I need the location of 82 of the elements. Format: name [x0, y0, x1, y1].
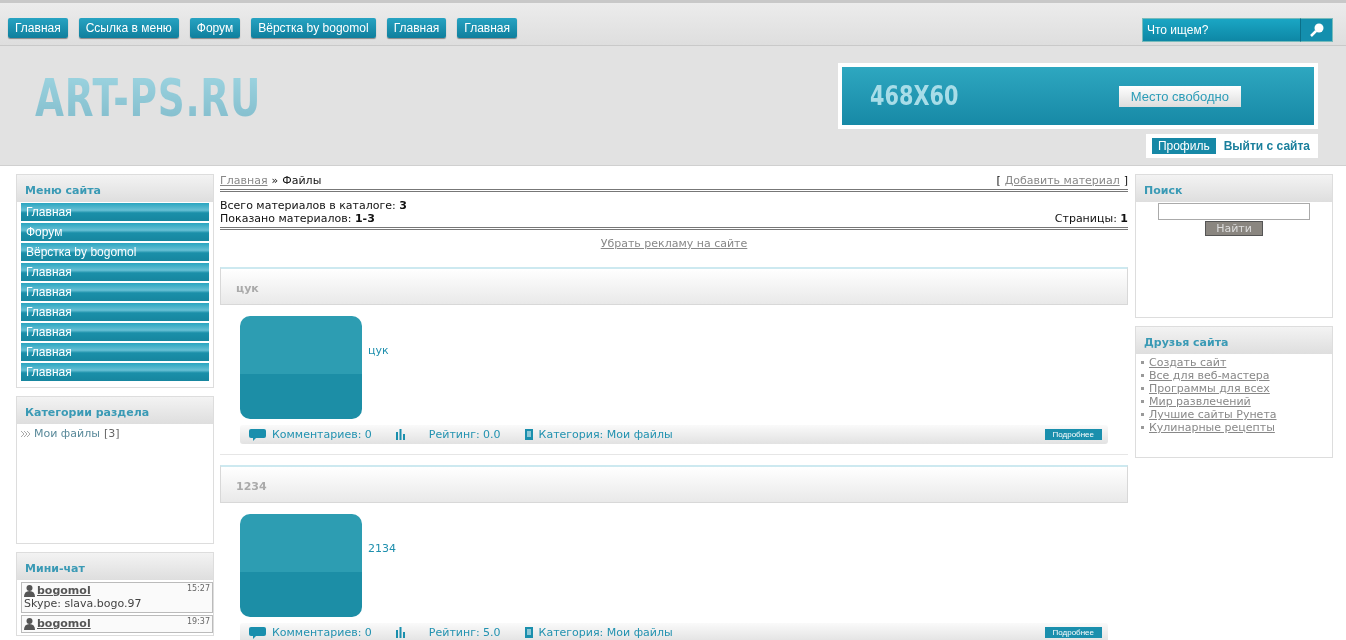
add-material-link[interactable]: Добавить материал [1004, 174, 1120, 187]
user-icon [24, 617, 35, 630]
chat-text: Skype: slava.bogo.97 [24, 597, 143, 610]
bullet-icon [1141, 413, 1144, 416]
pages-count: Страницы: 1 [1054, 212, 1128, 225]
chat-time: 19:37 [186, 617, 210, 626]
nav-button[interactable]: Главная [8, 18, 68, 38]
shown-count: Показано материалов: 1-3 [220, 212, 376, 225]
find-button[interactable]: Найти [1205, 221, 1263, 236]
post-category[interactable]: Категория: Мои файлы [538, 626, 673, 639]
bar-chart-icon [395, 627, 405, 638]
panel-title: Поиск [1136, 175, 1332, 202]
search-field[interactable]: Что ищем? [1142, 18, 1300, 42]
nav-button[interactable]: Форум [189, 18, 241, 38]
document-icon [524, 627, 533, 638]
comments-count[interactable]: Комментариев: 0 [272, 626, 372, 639]
friend-link[interactable]: Программы для всех [1149, 382, 1270, 395]
rating: Рейтинг: 0.0 [428, 428, 501, 441]
breadcrumb-current: Файлы [282, 174, 322, 187]
nav-button[interactable]: Главная [457, 18, 517, 38]
post-description[interactable]: 2134 [368, 542, 396, 555]
bullet-icon [1141, 361, 1144, 364]
menu-item[interactable]: Главная [21, 263, 209, 281]
search-button[interactable] [1300, 18, 1333, 42]
total-count: Всего материалов в каталоге: 3 [220, 199, 407, 212]
banner[interactable]: 468X60 Место свободно [838, 63, 1318, 129]
post-category[interactable]: Категория: Мои файлы [538, 428, 673, 441]
bar-chart-icon [395, 429, 405, 440]
friend-link[interactable]: Мир развлечений [1149, 395, 1251, 408]
thumbnail-image[interactable] [240, 514, 362, 617]
more-button[interactable]: Подробнее [1044, 429, 1102, 440]
chat-time: 15:27 [186, 584, 210, 593]
bullet-icon [1141, 387, 1144, 390]
menu-item[interactable]: Главная [21, 343, 209, 361]
breadcrumb-separator: » [271, 174, 279, 187]
rating: Рейтинг: 5.0 [428, 626, 501, 639]
friend-link[interactable]: Все для веб-мастера [1149, 369, 1270, 382]
friend-link[interactable]: Лучшие сайты Рунета [1149, 408, 1277, 421]
comment-icon [249, 428, 266, 441]
breadcrumb-link[interactable]: Главная [220, 174, 268, 187]
more-button[interactable]: Подробнее [1044, 627, 1102, 638]
comments-count[interactable]: Комментариев: 0 [272, 428, 372, 441]
bullet-icon [1141, 374, 1144, 377]
logout-link[interactable]: Выйти с сайта [1223, 139, 1310, 153]
menu-item[interactable]: Главная [21, 303, 209, 321]
nav-button[interactable]: Вёрстка by bogomol [251, 18, 376, 38]
bullet-icon [1141, 426, 1144, 429]
menu-item[interactable]: Главная [21, 203, 209, 221]
banner-button[interactable]: Место свободно [1118, 85, 1241, 107]
panel-title: Друзья сайта [1136, 327, 1332, 354]
search-input[interactable] [1158, 203, 1310, 220]
post-description[interactable]: цук [368, 344, 389, 357]
friend-link[interactable]: Кулинарные рецепты [1149, 421, 1275, 434]
panel-title: Мини-чат [17, 553, 213, 580]
comment-icon [249, 626, 266, 639]
panel-title: Меню сайта [17, 175, 213, 202]
menu-item[interactable]: Главная [21, 283, 209, 301]
user-icon [24, 584, 35, 597]
menu-item[interactable]: Вёрстка by bogomol [21, 243, 209, 261]
nav-button[interactable]: Главная [386, 18, 447, 38]
category-link[interactable]: Мои файлы [34, 427, 100, 440]
banner-size: 468X60 [870, 81, 959, 111]
search-icon [1308, 22, 1325, 38]
profile-button[interactable]: Профиль [1151, 138, 1216, 154]
chat-user[interactable]: bogomol [37, 584, 91, 597]
menu-item[interactable]: Главная [21, 363, 209, 381]
document-icon [524, 429, 533, 440]
chevron-icon [21, 431, 30, 437]
category-count: [3] [103, 427, 120, 440]
menu-item[interactable]: Форум [21, 223, 209, 241]
bracket: [ [996, 174, 1001, 187]
bullet-icon [1141, 400, 1144, 403]
post-title[interactable]: 1234 [220, 465, 1128, 503]
panel-title: Категории раздела [17, 397, 213, 424]
nav-button[interactable]: Ссылка в меню [78, 18, 179, 38]
bracket: ] [1123, 174, 1128, 187]
menu-item[interactable]: Главная [21, 323, 209, 341]
post-title[interactable]: цук [220, 267, 1128, 305]
thumbnail-image[interactable] [240, 316, 362, 419]
remove-ads-link[interactable]: Убрать рекламу на сайте [600, 237, 748, 250]
chat-user[interactable]: bogomol [37, 617, 91, 630]
friend-link[interactable]: Создать сайт [1149, 356, 1227, 369]
